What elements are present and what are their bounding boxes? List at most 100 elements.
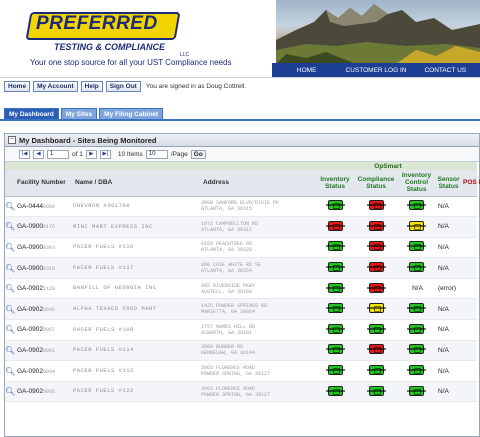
address-cell: 3063 FLORENCE ROAD POWDER SPRING, GA 3012… <box>201 381 315 403</box>
pos-data-cell <box>461 340 478 362</box>
compliance-status-light-icon[interactable] <box>366 262 386 273</box>
table-row[interactable]: 🔍︎ GA-09020094 PACER FUELS #112 3063 FLOREN… <box>5 360 478 382</box>
view-site-magnifier-icon[interactable]: 🔍︎ <box>5 340 15 362</box>
table-row[interactable]: 🔍︎ GA-09020045 ALPHA TEXACO FOOD MART 1425 … <box>5 298 478 321</box>
topnav-customer-login-link[interactable]: CUSTOMER LOG IN <box>341 67 410 74</box>
facility-number: GA-0444 <box>17 202 44 210</box>
inventory-control-status-light-icon[interactable] <box>407 365 426 376</box>
col-header-inventory-status[interactable]: Inventory Status <box>315 170 355 197</box>
table-row[interactable]: 🔍︎ GA-09000319 PACER FUELS #117 800 CASE WH… <box>5 257 478 279</box>
table-row[interactable]: 🔍︎ GA-09020067 PACER FUELS #108 1757 NAMES … <box>5 319 478 341</box>
inventory-status-light-icon[interactable] <box>325 303 345 314</box>
facility-number-cell[interactable]: GA-04440000 <box>15 196 73 218</box>
sign-out-button[interactable]: Sign Out <box>105 81 141 92</box>
go-button[interactable]: Go <box>190 149 206 159</box>
compliance-status-light-icon[interactable] <box>366 323 386 334</box>
prev-page-icon[interactable]: ◀ <box>33 149 44 159</box>
my-account-button[interactable]: My Account <box>33 81 78 92</box>
inventory-control-status-cell: N/A <box>397 278 436 300</box>
next-page-icon[interactable]: ▶ <box>85 149 97 159</box>
address-line2: POWDER SPRING, GA 30127 <box>201 391 271 398</box>
view-site-magnifier-icon[interactable]: 🔍︎ <box>5 381 15 403</box>
inventory-status-light-icon[interactable] <box>325 241 345 252</box>
col-header-compliance-status[interactable]: Compliance Status <box>355 170 397 197</box>
first-page-icon[interactable]: |◀ <box>19 149 30 159</box>
inventory-status-light-icon[interactable] <box>325 385 345 396</box>
view-site-magnifier-icon[interactable]: 🔍︎ <box>5 278 15 300</box>
col-header-address[interactable]: Address <box>201 170 315 197</box>
inventory-status-light-icon[interactable] <box>325 220 345 231</box>
inventory-control-status-light-icon[interactable] <box>407 200 426 211</box>
site-header: PREFERRED TESTING & COMPLIANCE LLC Your … <box>0 0 480 78</box>
inventory-control-status-light-icon[interactable] <box>407 344 426 355</box>
view-site-magnifier-icon[interactable]: 🔍︎ <box>5 196 15 218</box>
inventory-control-status-light-icon[interactable] <box>407 262 426 273</box>
facility-number-cell[interactable]: GA-09000176 <box>15 216 73 238</box>
last-page-icon[interactable]: ▶| <box>99 149 111 159</box>
table-row[interactable]: 🔍︎ GA-09021128 BANFILL OF GEORGIA INC 985 R… <box>5 278 478 300</box>
facility-number-cell[interactable]: GA-09020081 <box>15 340 73 362</box>
inventory-status-light-icon[interactable] <box>325 200 345 211</box>
facility-number: GA-0902 <box>17 305 44 313</box>
col-header-select <box>5 170 15 197</box>
view-site-magnifier-icon[interactable]: 🔍︎ <box>5 257 15 279</box>
compliance-status-light-icon[interactable] <box>366 365 386 376</box>
address-cell: 800 CASE WHITE RD SE ATLANTA, GA 30354 <box>201 257 315 279</box>
collapse-icon[interactable]: − <box>8 136 16 144</box>
col-header-facility-number[interactable]: Facility Number <box>15 170 73 197</box>
facility-number-cell[interactable]: GA-09020045 <box>15 298 73 321</box>
facility-number-cell[interactable]: GA-09021128 <box>15 278 73 300</box>
col-header-inventory-control-status[interactable]: Inventory Control Status <box>397 170 436 197</box>
view-site-magnifier-icon[interactable]: 🔍︎ <box>5 216 15 238</box>
help-button[interactable]: Help <box>80 81 103 92</box>
compliance-status-light-icon[interactable] <box>366 344 386 355</box>
tab-my-dashboard[interactable]: My Dashboard <box>4 108 59 119</box>
inventory-control-status-light-icon[interactable] <box>407 241 426 252</box>
col-header-sensor-status[interactable]: Sensor Status <box>436 170 462 197</box>
facility-number-cell[interactable]: GA-09000319 <box>15 257 73 279</box>
compliance-status-light-icon[interactable] <box>366 282 386 293</box>
inventory-status-light-icon[interactable] <box>325 282 345 293</box>
inventory-control-status-light-icon[interactable] <box>407 323 426 334</box>
facility-number: GA-0902 <box>17 326 44 334</box>
home-button[interactable]: Home <box>4 81 31 92</box>
page-size-input[interactable]: 10 <box>145 149 168 159</box>
facility-number-cell[interactable]: GA-09020095 <box>15 381 73 403</box>
table-row[interactable]: 🔍︎ GA-09000176 MINI MART EXPRESS INC 1972 C… <box>5 216 478 238</box>
table-row[interactable]: 🔍︎ GA-09020095 PACER FUELS #122 3063 FLOREN… <box>5 381 478 403</box>
tab-my-sites[interactable]: My Sites <box>60 108 98 119</box>
inventory-control-status-light-icon[interactable] <box>407 220 426 231</box>
facility-number: GA-0900 <box>17 223 44 231</box>
facility-number-cell[interactable]: GA-09020094 <box>15 360 73 382</box>
inventory-status-light-icon[interactable] <box>325 262 345 273</box>
col-header-name-dba[interactable]: Name / DBA <box>73 170 201 197</box>
inventory-control-status-light-icon[interactable] <box>407 303 426 314</box>
view-site-magnifier-icon[interactable]: 🔍︎ <box>5 319 15 341</box>
inventory-status-light-icon[interactable] <box>325 323 345 334</box>
compliance-status-light-icon[interactable] <box>366 303 386 314</box>
col-header-pos-data[interactable]: POS Data <box>461 170 480 197</box>
view-site-magnifier-icon[interactable]: 🔍︎ <box>5 360 15 382</box>
topnav-home-link[interactable]: HOME <box>272 67 341 74</box>
facility-number-cell[interactable]: GA-09020067 <box>15 319 73 341</box>
company-logo[interactable]: PREFERRED TESTING & COMPLIANCE LLC <box>25 12 189 58</box>
table-row[interactable]: 🔍︎ GA-09000303 PACER FUELS #116 6150 PEACHT… <box>5 237 478 259</box>
page-number-input[interactable]: 1 <box>47 149 69 159</box>
compliance-status-light-icon[interactable] <box>366 200 386 211</box>
compliance-status-light-icon[interactable] <box>366 385 386 396</box>
facility-number-redacted: 0303 <box>43 244 56 251</box>
tab-my-filing-cabinet[interactable]: My Filing Cabinet <box>99 108 163 119</box>
inventory-control-status-light-icon[interactable] <box>407 385 426 396</box>
view-site-magnifier-icon[interactable]: 🔍︎ <box>5 237 15 259</box>
inventory-status-light-icon[interactable] <box>325 344 345 355</box>
facility-number-cell[interactable]: GA-09000303 <box>15 237 73 259</box>
inventory-control-status-cell <box>397 257 436 279</box>
inventory-status-light-icon[interactable] <box>325 365 345 376</box>
view-site-magnifier-icon[interactable]: 🔍︎ <box>5 298 15 321</box>
table-row[interactable]: 🔍︎ GA-04440000 CHEVRON #301790 3000 SANFORD… <box>5 196 478 218</box>
compliance-status-light-icon[interactable] <box>366 241 386 252</box>
topnav-contact-us-link[interactable]: CONTACT US <box>411 67 480 74</box>
pager-bar: |◀ ◀ 1 of 1 ▶ ▶| 10 Items 10 /Page Go <box>5 147 479 162</box>
table-row[interactable]: 🔍︎ GA-09020081 PACER FUELS #114 3000 BUBBER… <box>5 340 478 362</box>
compliance-status-light-icon[interactable] <box>366 220 386 231</box>
